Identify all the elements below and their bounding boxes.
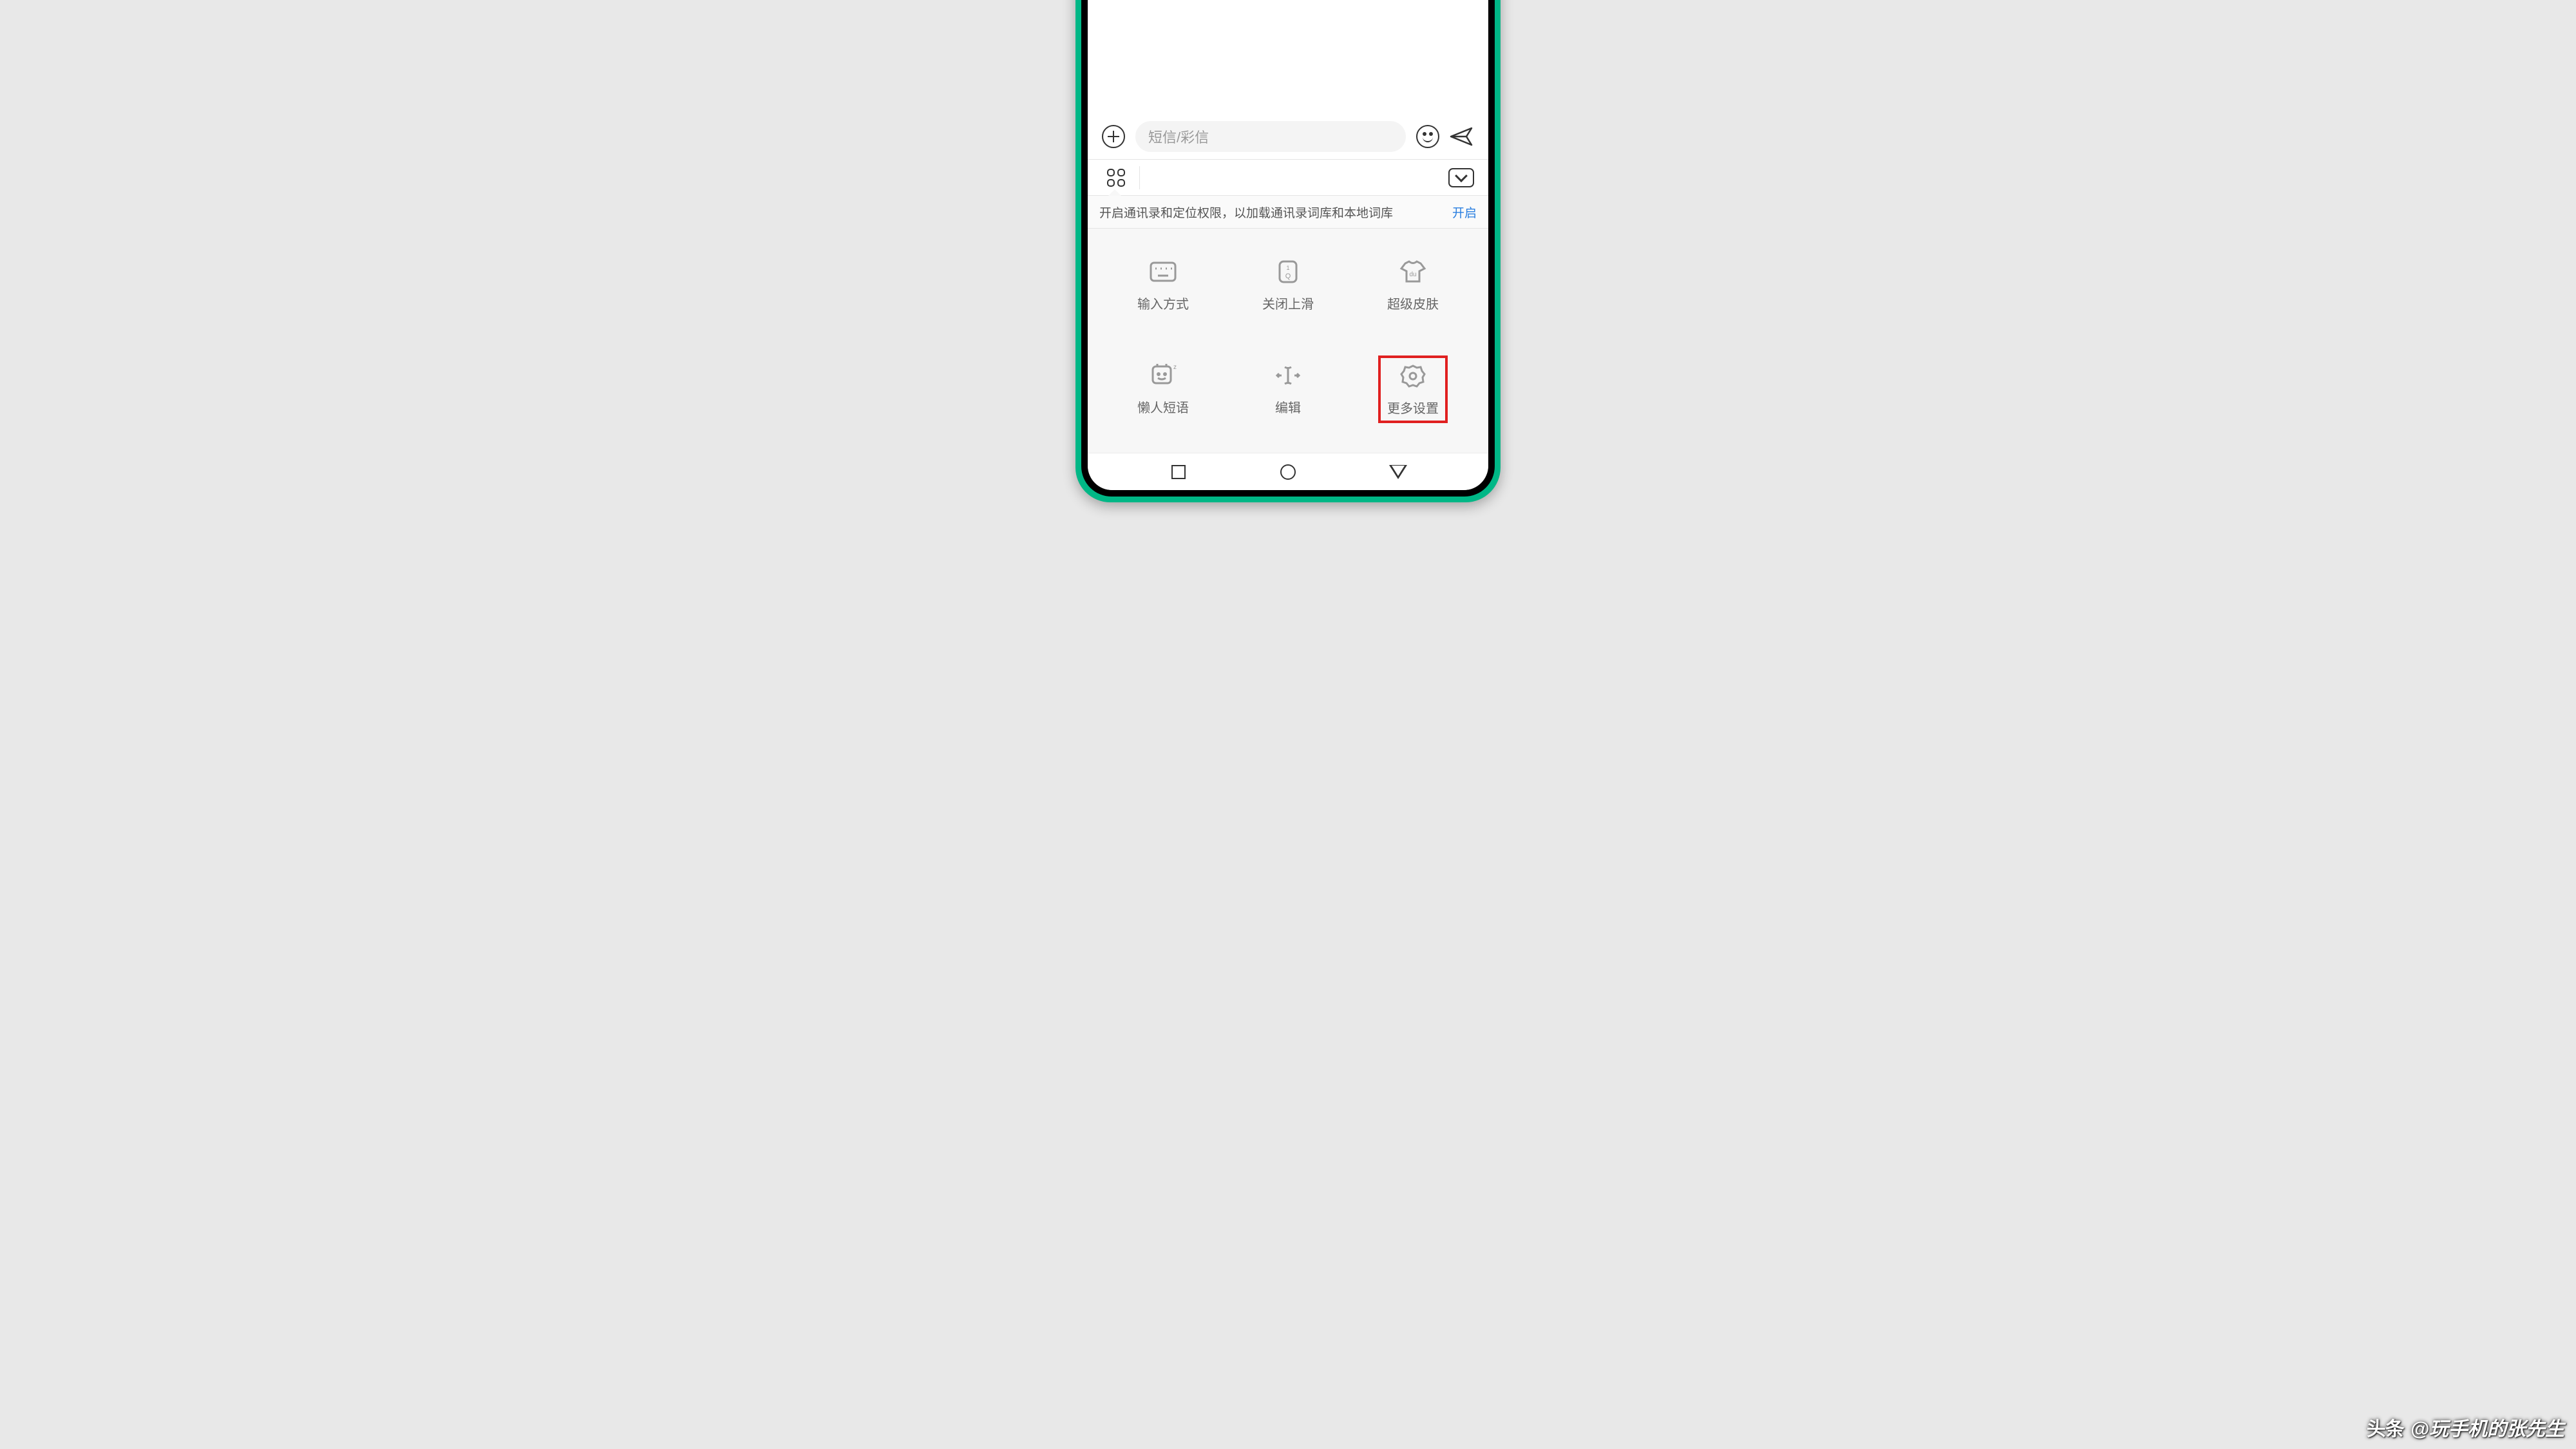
grid-item-label: 更多设置 bbox=[1387, 398, 1439, 417]
message-input[interactable]: 短信/彩信 bbox=[1135, 121, 1406, 152]
watermark-logo: 头条 bbox=[2367, 1413, 2404, 1441]
grid-item-label: 懒人短语 bbox=[1137, 397, 1189, 416]
active-tab-indicator bbox=[1108, 189, 1121, 196]
chevron-down-icon bbox=[1455, 169, 1468, 182]
send-button[interactable] bbox=[1450, 126, 1474, 147]
grid-item-super-skin[interactable]: du 超级皮肤 bbox=[1350, 242, 1475, 330]
highlight-annotation: 更多设置 bbox=[1378, 355, 1448, 423]
grid-icon bbox=[1107, 169, 1125, 187]
grid-item-close-swipe[interactable]: 1 Q 关闭上滑 bbox=[1226, 242, 1350, 330]
message-input-placeholder: 短信/彩信 bbox=[1148, 126, 1209, 147]
permission-text: 开启通讯录和定位权限，以加载通讯录词库和本地词库 bbox=[1099, 204, 1444, 221]
phone-frame: 短信/彩信 bbox=[1075, 0, 1501, 502]
grid-item-more-settings[interactable]: 更多设置 bbox=[1350, 345, 1475, 433]
svg-text:z: z bbox=[1173, 364, 1177, 371]
lazy-phrase-icon: z bbox=[1149, 363, 1177, 388]
grid-item-lazy-phrases[interactable]: z 懒人短语 bbox=[1101, 345, 1226, 433]
permission-banner: 开启通讯录和定位权限，以加载通讯录词库和本地词库 开启 bbox=[1088, 195, 1488, 229]
watermark: 头条 @玩手机的张先生 bbox=[2367, 1413, 2564, 1441]
keyboard-icon bbox=[1149, 259, 1177, 285]
conversation-area bbox=[1088, 0, 1488, 114]
phone-bezel: 短信/彩信 bbox=[1081, 0, 1495, 497]
grid-item-label: 超级皮肤 bbox=[1387, 294, 1439, 312]
swipe-off-icon: 1 Q bbox=[1274, 259, 1302, 285]
collapse-keyboard-button[interactable] bbox=[1448, 168, 1474, 187]
android-nav-bar bbox=[1088, 453, 1488, 490]
square-icon bbox=[1171, 465, 1186, 479]
toolbar-divider bbox=[1139, 166, 1140, 189]
grid-item-input-method[interactable]: 输入方式 bbox=[1101, 242, 1226, 330]
triangle-icon bbox=[1389, 465, 1407, 479]
nav-home-button[interactable] bbox=[1269, 464, 1307, 480]
svg-text:du: du bbox=[1409, 271, 1416, 278]
svg-text:1: 1 bbox=[1286, 265, 1289, 271]
grid-item-edit[interactable]: 编辑 bbox=[1226, 345, 1350, 433]
keyboard-menu-button[interactable] bbox=[1102, 164, 1130, 192]
edit-cursor-icon bbox=[1274, 363, 1302, 388]
permission-enable-link[interactable]: 开启 bbox=[1452, 204, 1477, 221]
emoji-button[interactable] bbox=[1416, 125, 1439, 148]
watermark-author: @玩手机的张先生 bbox=[2410, 1413, 2564, 1441]
skin-icon: du bbox=[1399, 259, 1427, 285]
add-attachment-button[interactable] bbox=[1102, 125, 1125, 148]
svg-text:Q: Q bbox=[1285, 272, 1291, 280]
keyboard-settings-grid: 输入方式 1 Q 关闭上滑 bbox=[1088, 229, 1488, 453]
circle-icon bbox=[1280, 464, 1296, 480]
grid-item-label: 编辑 bbox=[1275, 397, 1301, 416]
grid-item-label: 关闭上滑 bbox=[1262, 294, 1314, 312]
nav-back-button[interactable] bbox=[1379, 465, 1417, 479]
grid-item-label: 输入方式 bbox=[1137, 294, 1189, 312]
nav-recent-button[interactable] bbox=[1159, 465, 1198, 479]
message-input-row: 短信/彩信 bbox=[1088, 114, 1488, 159]
settings-icon bbox=[1399, 363, 1427, 389]
phone-screen: 短信/彩信 bbox=[1088, 0, 1488, 490]
keyboard-toolbar bbox=[1088, 159, 1488, 195]
